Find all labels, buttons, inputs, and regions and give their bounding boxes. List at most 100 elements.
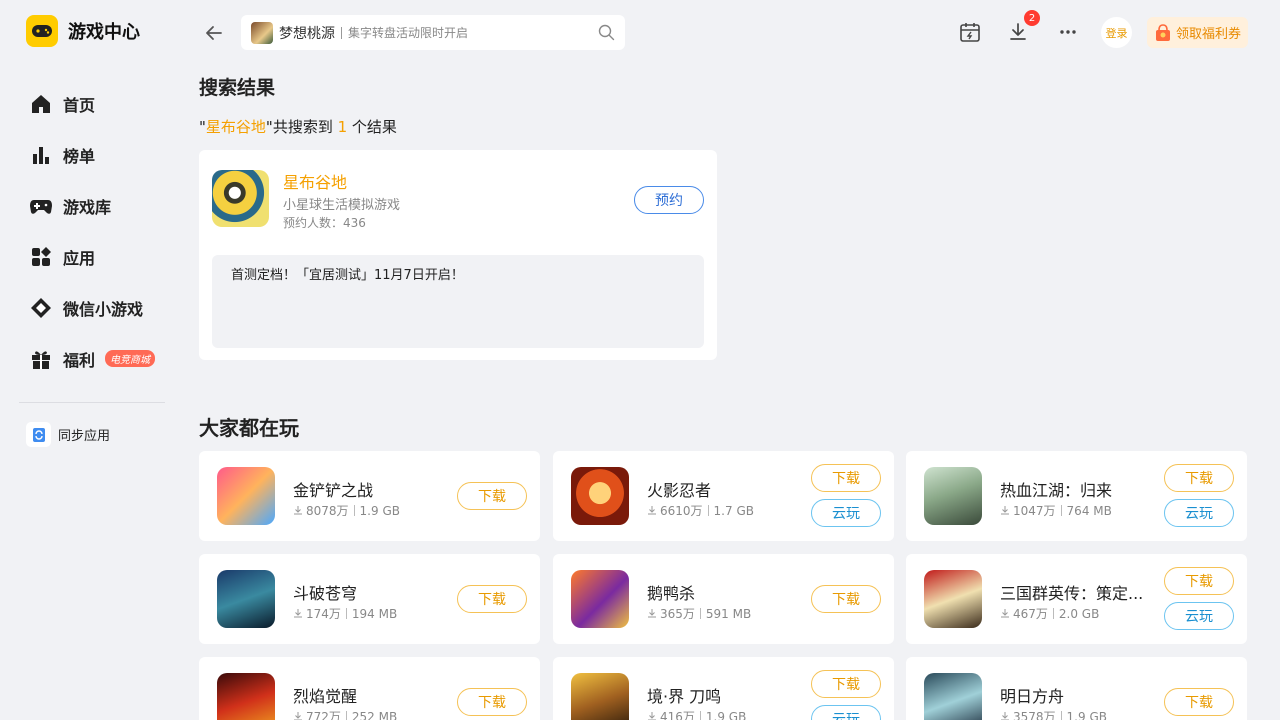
game-name[interactable]: 烈焰觉醒: [293, 683, 357, 707]
reserve-button[interactable]: 预约: [634, 186, 704, 214]
reserve-count: 预约人数：436: [283, 216, 366, 230]
sidebar-item-rankings[interactable]: 榜单: [28, 129, 155, 180]
cloud-play-button[interactable]: 云玩: [1164, 499, 1234, 527]
sidebar-nav: 首页 榜单 游戏库 应用 微信小游戏 福利 电竞商城: [28, 78, 156, 384]
game-icon: [217, 467, 275, 525]
download-button[interactable]: 下载: [457, 585, 527, 613]
game-icon: [571, 570, 629, 628]
game-name[interactable]: 斗破苍穹: [293, 580, 357, 604]
game-card[interactable]: 斗破苍穹 174万 194 MB 下载: [199, 554, 540, 644]
download-count: 3578万: [1013, 710, 1056, 720]
cloud-play-button[interactable]: 云玩: [811, 499, 881, 527]
calendar-button[interactable]: [958, 20, 982, 44]
game-name[interactable]: 金铲铲之战: [293, 477, 373, 501]
download-count-badge: 2: [1024, 10, 1040, 26]
game-name[interactable]: 热血江湖：归来: [1000, 477, 1112, 501]
download-count: 416万: [660, 710, 695, 720]
game-card[interactable]: 明日方舟 3578万 1.9 GB 下载: [906, 657, 1247, 720]
game-icon: [217, 673, 275, 720]
result-game-desc: 小星球生活模拟游戏: [283, 198, 401, 213]
cloud-play-button[interactable]: 云玩: [811, 705, 881, 720]
search-results-title: 搜索结果: [199, 77, 276, 99]
game-size: 194 MB: [351, 606, 398, 621]
app-logo[interactable]: 游戏中心: [26, 15, 140, 47]
game-meta: 416万 1.9 GB: [647, 708, 746, 720]
game-card[interactable]: 火影忍者 6610万 1.7 GB 下载云玩: [553, 451, 894, 541]
result-card[interactable]: 星布谷地 小星球生活模拟游戏 预约人数：436 预约 首测定档！「宜居测试」11…: [199, 150, 717, 360]
game-meta: 365万 591 MB: [647, 605, 751, 622]
game-size: 591 MB: [705, 606, 752, 621]
diamond-icon: [28, 295, 54, 321]
back-button[interactable]: [203, 22, 225, 44]
download-count: 6610万: [660, 504, 703, 518]
summary-suffix: 个结果: [347, 118, 397, 136]
game-name[interactable]: 鹅鸭杀: [647, 580, 695, 604]
download-button[interactable]: 下载: [457, 688, 527, 716]
sync-apps-button[interactable]: 同步应用: [26, 422, 110, 447]
sidebar-item-label: 游戏库: [63, 197, 112, 217]
game-meta: 1047万 764 MB: [1000, 502, 1112, 519]
result-game-name[interactable]: 星布谷地: [283, 169, 347, 193]
game-name[interactable]: 三国群英传：策定...: [1000, 580, 1143, 604]
game-name[interactable]: 明日方舟: [1000, 683, 1064, 707]
download-button[interactable]: 下载: [811, 670, 881, 698]
game-card[interactable]: 鹅鸭杀 365万 591 MB 下载: [553, 554, 894, 644]
app-title: 游戏中心: [68, 22, 140, 43]
game-name[interactable]: 境·界 刀鸣: [647, 683, 721, 707]
game-meta: 6610万 1.7 GB: [647, 502, 754, 519]
game-card[interactable]: 烈焰觉醒 772万 252 MB 下载: [199, 657, 540, 720]
summary-mid: "共搜索到: [265, 118, 338, 136]
game-icon: [924, 467, 982, 525]
login-button[interactable]: 登录: [1101, 17, 1132, 48]
game-icon: [924, 570, 982, 628]
download-count: 8078万: [306, 504, 349, 518]
game-size: 252 MB: [351, 709, 398, 720]
game-card[interactable]: 三国群英传：策定... 467万 2.0 GB 下载云玩: [906, 554, 1247, 644]
download-button[interactable]: 下载: [811, 464, 881, 492]
game-size: 1.7 GB: [713, 503, 754, 518]
game-meta: 772万 252 MB: [293, 708, 397, 720]
gift-icon: [28, 346, 54, 372]
download-count: 772万: [306, 710, 341, 720]
download-button[interactable]: 下载: [1164, 688, 1234, 716]
game-card[interactable]: 热血江湖：归来 1047万 764 MB 下载云玩: [906, 451, 1247, 541]
game-size: 764 MB: [1066, 503, 1112, 518]
sidebar-item-welfare[interactable]: 福利 电竞商城: [28, 333, 156, 384]
download-count-icon: [293, 607, 303, 621]
sync-apps-label: 同步应用: [58, 429, 111, 444]
popular-title: 大家都在玩: [199, 416, 299, 440]
download-button[interactable]: 下载: [457, 482, 527, 510]
download-button[interactable]: 下载: [1164, 567, 1234, 595]
sidebar-item-apps[interactable]: 应用: [28, 231, 155, 282]
search-bar[interactable]: 梦想桃源 集字转盘活动限时开启: [241, 15, 625, 50]
more-button[interactable]: [1056, 20, 1080, 44]
sidebar-item-wechat-games[interactable]: 微信小游戏: [28, 282, 155, 333]
sidebar-item-home[interactable]: 首页: [28, 78, 155, 129]
game-name[interactable]: 火影忍者: [647, 477, 711, 501]
search-icon[interactable]: [598, 24, 615, 45]
download-button[interactable]: 下载: [1164, 464, 1234, 492]
game-meta: 467万 2.0 GB: [1000, 605, 1099, 622]
game-size: 2.0 GB: [1058, 606, 1100, 621]
chart-icon: [28, 142, 54, 168]
claim-coupon-button[interactable]: 领取福利券: [1147, 17, 1248, 48]
game-size: 1.9 GB: [1066, 709, 1107, 720]
meta-separator: [1060, 711, 1062, 720]
cloud-play-button[interactable]: 云玩: [1164, 602, 1234, 630]
meta-separator: [699, 711, 701, 720]
download-count-icon: [293, 504, 303, 518]
download-count-icon: [647, 710, 657, 720]
esports-shop-badge[interactable]: 电竞商城: [105, 350, 156, 367]
claim-coupon-label: 领取福利券: [1175, 27, 1241, 42]
meta-separator: [345, 711, 347, 720]
game-size: 1.9 GB: [359, 503, 400, 518]
search-hint: 集字转盘活动限时开启: [348, 26, 469, 40]
game-card[interactable]: 境·界 刀鸣 416万 1.9 GB 下载云玩: [553, 657, 894, 720]
download-button[interactable]: 下载: [811, 585, 881, 613]
game-card[interactable]: 金铲铲之战 8078万 1.9 GB 下载: [199, 451, 540, 541]
home-icon: [28, 91, 54, 117]
sidebar-item-game-library[interactable]: 游戏库: [28, 180, 155, 231]
search-suggested-game: 梦想桃源: [279, 25, 335, 42]
game-icon: [212, 170, 269, 227]
meta-separator: [353, 505, 355, 516]
